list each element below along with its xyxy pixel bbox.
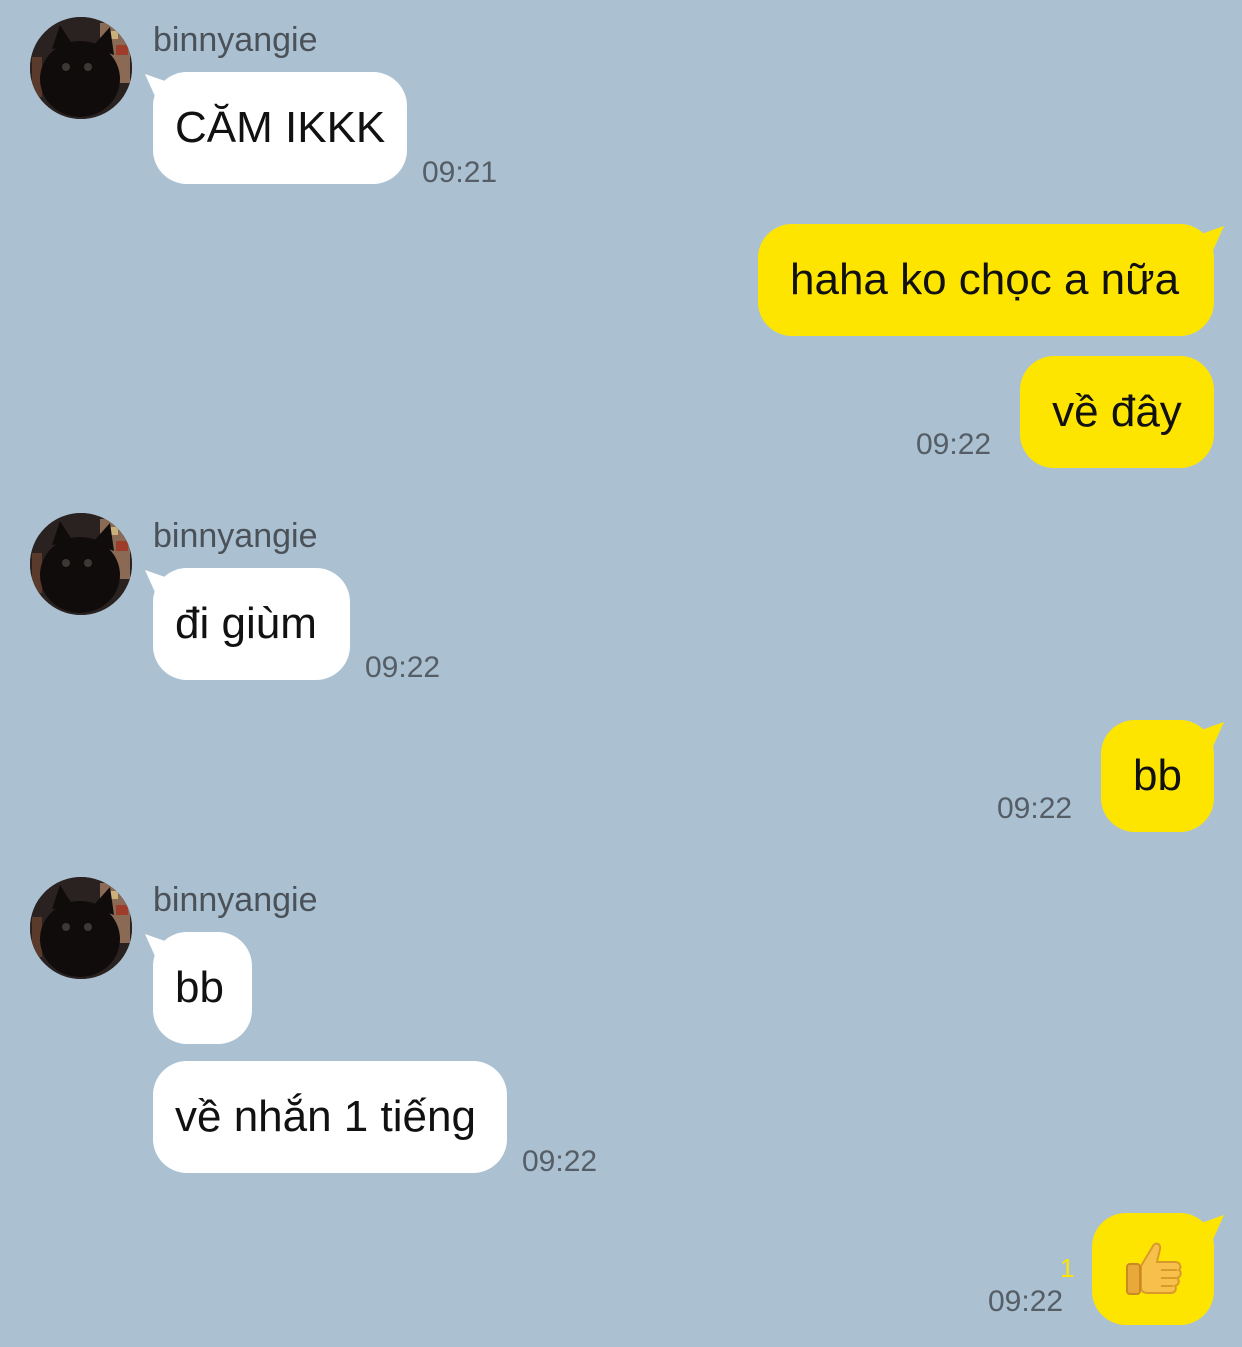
message-timestamp: 09:22	[522, 1145, 598, 1178]
message-timestamp: 09:21	[422, 156, 498, 189]
message-bubble[interactable]: bb	[1101, 720, 1214, 832]
message-bubble[interactable]: haha ko chọc a nữa	[758, 224, 1214, 336]
message-timestamp: 09:22	[365, 651, 441, 684]
message-text: đi giùm	[175, 599, 317, 648]
message-text: CĂM IKKK	[175, 103, 386, 152]
cat-avatar-icon	[30, 513, 132, 615]
message-bubble[interactable]	[1092, 1213, 1214, 1325]
avatar[interactable]	[30, 17, 132, 119]
sender-name: binnyangie	[153, 21, 318, 59]
message-bubble[interactable]: bb	[153, 932, 252, 1044]
avatar[interactable]	[30, 513, 132, 615]
message-bubble[interactable]: đi giùm	[153, 568, 350, 680]
message-text: haha ko chọc a nữa	[790, 255, 1180, 304]
message-bubble[interactable]: CĂM IKKK	[153, 72, 407, 184]
sender-name: binnyangie	[153, 517, 318, 555]
cat-avatar-icon	[30, 877, 132, 979]
avatar[interactable]	[30, 877, 132, 979]
thumbs-up-icon	[1126, 1242, 1182, 1295]
unread-count: 1	[1060, 1253, 1075, 1283]
message-text: về đây	[1052, 387, 1182, 436]
message-timestamp: 09:22	[997, 792, 1073, 825]
message-timestamp: 09:22	[916, 428, 992, 461]
message-text: bb	[1133, 751, 1182, 800]
message-bubble[interactable]: về nhắn 1 tiếng	[153, 1061, 507, 1173]
message-bubble[interactable]: về đây	[1020, 356, 1214, 468]
message-text: bb	[175, 963, 224, 1012]
message-timestamp: 09:22	[988, 1285, 1064, 1318]
cat-avatar-icon	[30, 17, 132, 119]
sender-name: binnyangie	[153, 881, 318, 919]
message-text: về nhắn 1 tiếng	[175, 1092, 476, 1141]
